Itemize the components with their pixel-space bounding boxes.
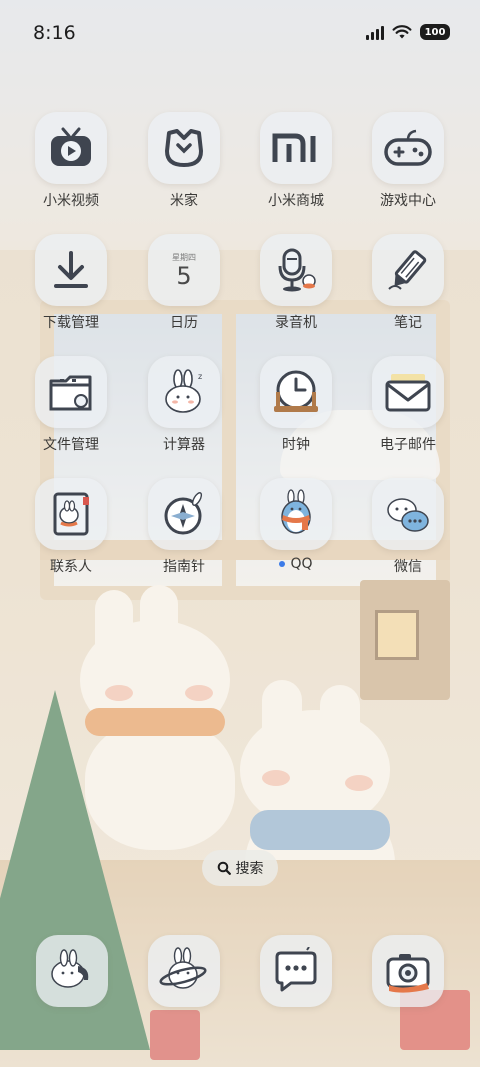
app-xiaomi-mall[interactable]: 小米商城 — [246, 112, 346, 210]
status-time: 8:16 — [33, 22, 76, 44]
search-icon — [217, 861, 231, 875]
calendar-icon: 星期四 5 — [172, 252, 196, 289]
compass-icon — [164, 492, 203, 535]
contacts-book-icon — [53, 492, 89, 536]
app-label: 游戏中心 — [380, 193, 436, 209]
update-dot — [279, 561, 286, 567]
planet-bunny-icon — [159, 947, 207, 989]
app-recorder[interactable]: 录音机 — [246, 234, 346, 332]
app-file-manager[interactable]: 文件管理 — [21, 356, 121, 454]
app-label: 下载管理 — [43, 315, 99, 331]
dock-phone[interactable] — [36, 935, 108, 1007]
envelope-icon — [385, 374, 431, 412]
microphone-icon — [278, 248, 316, 292]
folder-icon — [49, 375, 92, 411]
svg-text:z: z — [198, 372, 202, 381]
app-label: 计算器 — [163, 437, 205, 453]
app-notes[interactable]: 笔记 — [358, 234, 458, 332]
app-label: 电子邮件 — [380, 437, 436, 453]
chat-bubbles-icon — [387, 498, 429, 532]
camera-icon — [386, 954, 430, 993]
search-button[interactable]: 搜索 — [202, 850, 278, 886]
app-calculator[interactable]: z 计算器 — [134, 356, 234, 454]
dock-browser[interactable] — [148, 935, 220, 1007]
dock-messages[interactable] — [260, 935, 332, 1007]
app-email[interactable]: 电子邮件 — [358, 356, 458, 454]
app-label-text: QQ — [290, 556, 313, 572]
dock-camera[interactable] — [372, 935, 444, 1007]
message-icon — [275, 947, 317, 992]
app-label: 米家 — [170, 193, 198, 209]
app-label: 录音机 — [275, 315, 317, 331]
wifi-icon — [392, 25, 412, 39]
app-contacts[interactable]: 联系人 — [21, 478, 121, 576]
search-label: 搜索 — [235, 861, 264, 877]
app-game-center[interactable]: 游戏中心 — [358, 112, 458, 210]
app-label: 联系人 — [50, 559, 92, 575]
calendar-weekday: 星期四 — [172, 252, 196, 262]
bunny-calculator-icon: z — [165, 369, 202, 413]
status-bar: 8:16 100 — [0, 0, 480, 68]
app-label: 微信 — [394, 559, 422, 575]
app-qq[interactable]: QQ — [246, 478, 346, 572]
calendar-day: 5 — [176, 261, 192, 290]
app-label: QQ — [279, 556, 313, 572]
app-label: 笔记 — [394, 315, 422, 331]
app-mijia[interactable]: 米家 — [134, 112, 234, 210]
app-clock[interactable]: 时钟 — [246, 356, 346, 454]
app-calendar[interactable]: 星期四 5 日历 — [134, 234, 234, 332]
signal-icon — [366, 24, 384, 40]
app-download-manager[interactable]: 下载管理 — [21, 234, 121, 332]
mi-logo-icon — [272, 133, 316, 162]
app-compass[interactable]: 指南针 — [134, 478, 234, 576]
pencil-icon — [388, 250, 427, 290]
app-label: 文件管理 — [43, 437, 99, 453]
battery-icon: 100 — [420, 24, 450, 40]
app-label: 小米商城 — [268, 193, 324, 209]
app-xiaomi-video[interactable]: 小米视频 — [21, 112, 121, 210]
phone-icon — [51, 949, 89, 988]
download-icon — [54, 251, 88, 288]
gamepad-icon — [384, 129, 432, 166]
penguin-icon — [281, 489, 311, 534]
mijia-icon — [165, 129, 203, 167]
app-wechat[interactable]: 微信 — [358, 478, 458, 576]
app-label: 指南针 — [163, 559, 205, 575]
tv-icon — [51, 127, 91, 166]
app-label: 小米视频 — [43, 193, 99, 209]
status-icons: 100 — [366, 24, 450, 40]
app-label: 时钟 — [282, 437, 310, 453]
app-label: 日历 — [170, 315, 198, 331]
clock-icon — [274, 370, 318, 412]
